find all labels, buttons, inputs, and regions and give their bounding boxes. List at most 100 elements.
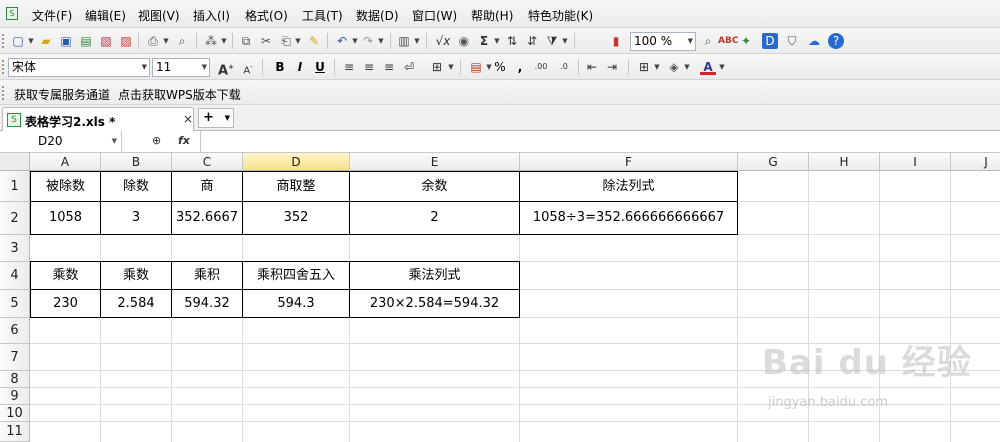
- insert-function-icon[interactable]: fx: [178, 134, 190, 147]
- cell-d1[interactable]: 商取整: [243, 172, 349, 201]
- align-center-icon[interactable]: ≡: [361, 59, 377, 75]
- menu-edit[interactable]: 编辑(E): [85, 7, 126, 24]
- save-icon[interactable]: ▣: [58, 33, 74, 49]
- copy-icon[interactable]: ⧉: [238, 33, 254, 49]
- menu-format[interactable]: 格式(O): [245, 7, 288, 24]
- help-icon[interactable]: ?: [828, 33, 844, 49]
- align-left-icon[interactable]: ≡: [341, 59, 357, 75]
- zoom-select[interactable]: 100 % ▼: [630, 32, 696, 51]
- decrease-decimal-icon[interactable]: .0: [556, 59, 572, 75]
- row-header-6[interactable]: 6: [0, 318, 30, 344]
- new-dropdown-icon[interactable]: ▼: [27, 33, 35, 49]
- format-painter-grid-icon[interactable]: ⁂: [203, 33, 219, 49]
- toolbar-grip[interactable]: [2, 34, 6, 48]
- menu-window[interactable]: 窗口(W): [412, 7, 457, 24]
- column-header-a[interactable]: A: [30, 153, 101, 171]
- toolbar-grip[interactable]: [2, 60, 6, 74]
- merge-cells-icon[interactable]: ⊞: [429, 59, 445, 75]
- undo-icon[interactable]: ↶: [334, 33, 350, 49]
- document-icon[interactable]: D: [762, 33, 778, 49]
- row-header-5[interactable]: 5: [0, 290, 30, 318]
- sort-ascending-icon[interactable]: ⇅: [504, 33, 520, 49]
- column-header-e[interactable]: E: [350, 153, 520, 171]
- menu-file[interactable]: 文件(F): [32, 7, 72, 24]
- cell-c5[interactable]: 594.32: [172, 290, 242, 317]
- column-header-g[interactable]: G: [738, 153, 809, 171]
- increase-decimal-icon[interactable]: .00: [533, 59, 549, 75]
- increase-font-icon[interactable]: A+: [218, 59, 234, 78]
- align-right-icon[interactable]: ≡: [381, 59, 397, 75]
- row-header-9[interactable]: 9: [0, 388, 30, 405]
- menu-insert[interactable]: 插入(I): [193, 7, 230, 24]
- function-icon[interactable]: √x: [432, 33, 454, 49]
- filter-icon[interactable]: ⧩: [544, 33, 560, 49]
- row-header-2[interactable]: 2: [0, 202, 30, 235]
- italic-button[interactable]: I: [292, 59, 308, 75]
- cell-c4[interactable]: 乘积: [172, 262, 242, 289]
- cell-a1[interactable]: 被除数: [31, 172, 100, 201]
- menu-help[interactable]: 帮助(H): [471, 7, 513, 24]
- new-tab-dropdown-icon[interactable]: ▼: [225, 109, 230, 127]
- menu-view[interactable]: 视图(V): [138, 7, 180, 24]
- column-header-d[interactable]: D: [243, 153, 350, 171]
- row-header-4[interactable]: 4: [0, 262, 30, 290]
- row-header-11[interactable]: 11: [0, 422, 30, 442]
- cell-a2[interactable]: 1058: [31, 202, 100, 234]
- cell-c1[interactable]: 商: [172, 172, 242, 201]
- currency-icon[interactable]: ▤: [468, 59, 484, 75]
- cell-b4[interactable]: 乘数: [101, 262, 171, 289]
- chart-icon[interactable]: ▮: [608, 33, 624, 49]
- font-color-dropdown-icon[interactable]: ▼: [718, 59, 726, 75]
- chat-icon[interactable]: ☁: [806, 33, 822, 49]
- cut-icon[interactable]: ✂: [258, 33, 274, 49]
- font-size-dropdown-icon[interactable]: ▼: [202, 59, 207, 76]
- cell-f1[interactable]: 除法列式: [520, 172, 737, 201]
- share-icon[interactable]: ✦: [738, 33, 754, 49]
- name-box[interactable]: D20 ▼: [0, 131, 122, 152]
- undo-dropdown-icon[interactable]: ▼: [351, 33, 359, 49]
- row-column-dropdown-icon[interactable]: ▼: [413, 33, 421, 49]
- shirt-icon[interactable]: ⛉: [784, 33, 800, 49]
- name-box-dropdown-icon[interactable]: ▼: [112, 131, 117, 152]
- toolbar-grip[interactable]: [2, 86, 6, 100]
- thousands-separator-icon[interactable]: ,: [512, 59, 528, 75]
- export-icon[interactable]: ▧: [98, 33, 114, 49]
- cell-f2[interactable]: 1058÷3=352.666666666667: [520, 202, 737, 234]
- service-link[interactable]: 获取专属服务通道: [14, 86, 110, 103]
- bold-button[interactable]: B: [272, 59, 288, 75]
- save-as-icon[interactable]: ▤: [78, 33, 94, 49]
- row-column-icon[interactable]: ▥: [396, 33, 412, 49]
- open-folder-icon[interactable]: ▰: [38, 33, 54, 49]
- autosum-icon[interactable]: Σ: [476, 33, 492, 49]
- percent-button[interactable]: %: [492, 59, 508, 75]
- print-dropdown-icon[interactable]: ▼: [162, 33, 170, 49]
- row-header-10[interactable]: 10: [0, 405, 30, 422]
- column-header-f[interactable]: F: [520, 153, 738, 171]
- fill-color-icon[interactable]: ◈: [666, 59, 682, 75]
- cell-e2[interactable]: 2: [350, 202, 519, 234]
- column-header-h[interactable]: H: [809, 153, 880, 171]
- formula-input[interactable]: [200, 131, 1000, 152]
- increase-indent-icon[interactable]: ⇥: [604, 59, 620, 75]
- print-icon[interactable]: ⎙: [145, 33, 161, 49]
- column-header-b[interactable]: B: [101, 153, 172, 171]
- row-header-3[interactable]: 3: [0, 235, 30, 262]
- menu-special[interactable]: 特色功能(K): [528, 7, 593, 24]
- cell-b5[interactable]: 2.584: [101, 290, 171, 317]
- cell-a5[interactable]: 230: [31, 290, 100, 317]
- redo-icon[interactable]: ↷: [360, 33, 376, 49]
- cell-e4[interactable]: 乘法列式: [350, 262, 519, 289]
- app-icon[interactable]: S: [6, 7, 18, 20]
- cell-d5[interactable]: 594.3: [243, 290, 349, 317]
- cell-b2[interactable]: 3: [101, 202, 171, 234]
- autosum-dropdown-icon[interactable]: ▼: [493, 33, 501, 49]
- cell-e5[interactable]: 230×2.584=594.32: [350, 290, 519, 317]
- menu-tools[interactable]: 工具(T): [302, 7, 343, 24]
- new-file-icon[interactable]: ▢: [10, 33, 26, 49]
- select-all-corner[interactable]: [0, 153, 30, 171]
- font-color-button[interactable]: A: [700, 59, 716, 75]
- font-name-select[interactable]: 宋体 ▼: [8, 58, 150, 77]
- column-header-c[interactable]: C: [172, 153, 243, 171]
- download-link[interactable]: 点击获取WPS版本下载: [118, 86, 241, 103]
- spellcheck-icon[interactable]: ABC: [718, 33, 738, 49]
